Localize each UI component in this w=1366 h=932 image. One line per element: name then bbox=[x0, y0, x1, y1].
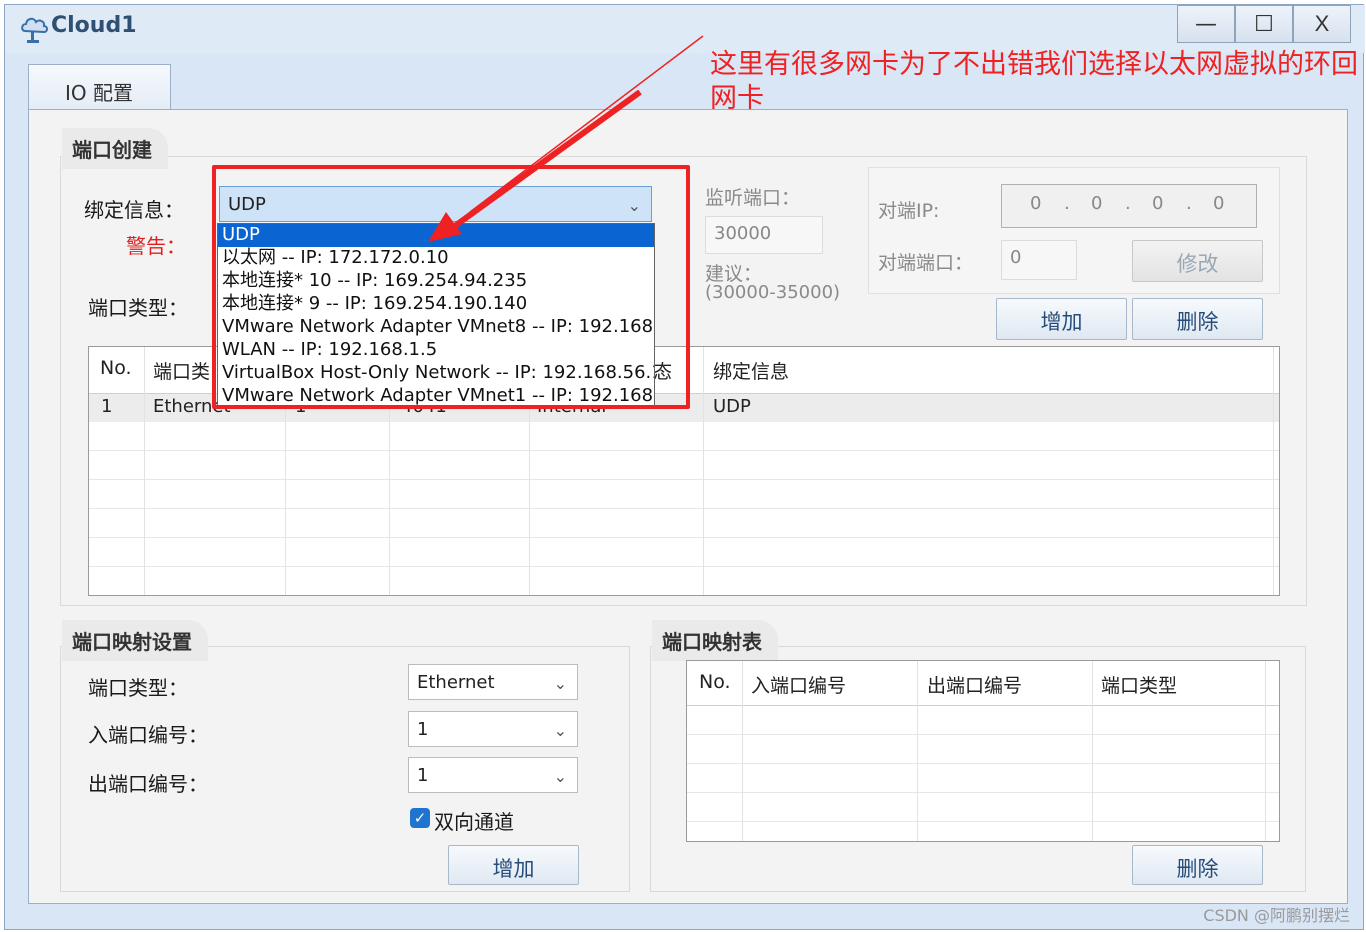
col-no-header: No. bbox=[100, 357, 132, 379]
warning-label: 警告： bbox=[126, 234, 186, 258]
add-mapping-button[interactable]: 增加 bbox=[448, 845, 579, 885]
add-port-button[interactable]: 增加 bbox=[996, 298, 1127, 340]
port-creation-title: 端口创建 bbox=[62, 128, 168, 169]
col-binding-header: 绑定信息 bbox=[713, 361, 790, 383]
bidirectional-checkbox[interactable]: ✓ bbox=[410, 808, 430, 828]
out-port-label: 出端口编号： bbox=[88, 772, 208, 796]
delete-port-button[interactable]: 删除 bbox=[1132, 298, 1263, 340]
ip-dot: . bbox=[1064, 193, 1070, 214]
peer-port-label: 对端端口： bbox=[878, 252, 974, 274]
watermark: CSDN @阿鹏别摆烂 bbox=[1203, 906, 1350, 925]
suggest-range: (30000-35000) bbox=[705, 282, 841, 303]
mapping-port-type-label: 端口类型： bbox=[88, 676, 188, 700]
chevron-down-icon: ⌄ bbox=[553, 721, 567, 740]
mapping-port-type-value: Ethernet bbox=[417, 672, 495, 693]
title-bar[interactable]: Cloud1 — ☐ X bbox=[5, 5, 1365, 53]
chevron-down-icon: ⌄ bbox=[553, 767, 567, 786]
mapping-table-header: No. 入端口编号 出端口编号 端口类型 bbox=[687, 661, 1279, 705]
binding-label: 绑定信息： bbox=[84, 198, 184, 222]
listen-port-label: 监听端口： bbox=[705, 187, 801, 209]
port-mapping-settings-title: 端口映射设置 bbox=[62, 620, 208, 661]
chevron-down-icon: ⌄ bbox=[553, 674, 567, 693]
mapping-port-type-select[interactable]: Ethernet ⌄ bbox=[408, 664, 578, 700]
listen-port-input[interactable]: 30000 bbox=[705, 216, 823, 254]
port-mapping-table-title: 端口映射表 bbox=[652, 620, 778, 661]
tab-io-config[interactable]: IO 配置 bbox=[28, 64, 171, 110]
peer-ip-octet-2: 0 bbox=[1091, 193, 1103, 214]
peer-ip-octet-3: 0 bbox=[1152, 193, 1164, 214]
mapping-table: No. 入端口编号 出端口编号 端口类型 bbox=[686, 660, 1280, 842]
peer-ip-input[interactable]: 0 . 0 . 0 . 0 bbox=[1001, 184, 1257, 228]
in-port-label: 入端口编号： bbox=[88, 723, 208, 747]
mapping-col-no: No. bbox=[699, 671, 731, 693]
mapping-col-out-port: 出端口编号 bbox=[927, 675, 1023, 697]
ip-dot: . bbox=[1186, 193, 1192, 214]
in-port-select[interactable]: 1 ⌄ bbox=[408, 711, 578, 747]
col-port-type-header: 端口类 bbox=[153, 361, 211, 383]
annotation-highlight-box bbox=[212, 165, 690, 409]
peer-ip-label: 对端IP: bbox=[878, 200, 940, 222]
peer-ip-octet-1: 0 bbox=[1030, 193, 1042, 214]
bidirectional-label: 双向通道 bbox=[434, 810, 514, 834]
maximize-button[interactable]: ☐ bbox=[1235, 5, 1293, 43]
mapping-col-port-type: 端口类型 bbox=[1101, 675, 1178, 697]
port-type-label: 端口类型： bbox=[88, 296, 188, 320]
peer-port-input[interactable]: 0 bbox=[1001, 240, 1077, 280]
peer-ip-octet-4: 0 bbox=[1213, 193, 1225, 214]
minimize-button[interactable]: — bbox=[1177, 5, 1235, 43]
window-title: Cloud1 bbox=[51, 13, 137, 38]
delete-mapping-button[interactable]: 删除 bbox=[1132, 845, 1263, 885]
mapping-col-in-port: 入端口编号 bbox=[751, 675, 847, 697]
out-port-value: 1 bbox=[417, 765, 429, 786]
in-port-value: 1 bbox=[417, 719, 429, 740]
out-port-select[interactable]: 1 ⌄ bbox=[408, 757, 578, 793]
cell-no: 1 bbox=[101, 396, 113, 417]
ip-dot: . bbox=[1125, 193, 1131, 214]
close-button[interactable]: X bbox=[1293, 5, 1351, 43]
modify-button[interactable]: 修改 bbox=[1132, 240, 1263, 282]
cloud-app-icon bbox=[21, 17, 48, 43]
cell-binding: UDP bbox=[713, 396, 751, 417]
annotation-text: 这里有很多网卡为了不出错我们选择以太网虚拟的环回网卡 bbox=[710, 49, 1358, 114]
